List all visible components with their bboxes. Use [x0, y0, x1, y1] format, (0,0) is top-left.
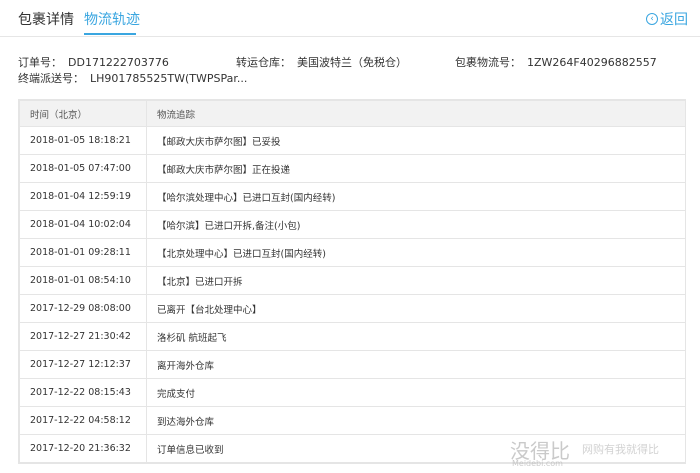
- row-time: 2018-01-01 09:28:11: [19, 238, 147, 267]
- table-row: 2018-01-05 18:18:21 【邮政大庆市萨尔图】已妥投: [19, 126, 686, 155]
- order-number-value: DD171222703776: [68, 56, 169, 69]
- row-status: 洛杉矶 航班起飞: [146, 322, 686, 351]
- package-tracking-value: 1ZW264F40296882557: [527, 56, 657, 69]
- row-time: 2017-12-20 21:36:32: [19, 434, 147, 463]
- transfer-warehouse: 转运仓库： 美国波特兰（免税仓）: [236, 54, 407, 70]
- final-delivery-label: 终端派送号：: [18, 72, 84, 85]
- row-time: 2017-12-27 21:30:42: [19, 322, 147, 351]
- package-tracking-number: 包裹物流号： 1ZW264F40296882557: [455, 54, 657, 70]
- row-status: 【哈尔滨】已进口开拆,备注(小包): [146, 210, 686, 239]
- package-tracking-label: 包裹物流号：: [455, 56, 521, 69]
- row-time: 2018-01-04 12:59:19: [19, 182, 147, 211]
- tracking-table: 时间（北京） 物流追踪 2018-01-05 18:18:21 【邮政大庆市萨尔图…: [18, 99, 686, 464]
- table-row: 2017-12-27 12:12:37 离开海外仓库: [19, 350, 686, 379]
- table-row: 2018-01-04 10:02:04 【哈尔滨】已进口开拆,备注(小包): [19, 210, 686, 239]
- back-label: 返回: [660, 12, 688, 28]
- final-delivery-value: LH901785525TW(TWPSPar...: [90, 72, 248, 85]
- tab-logistics-tracking[interactable]: 物流轨迹: [84, 9, 140, 29]
- back-circle-arrow-icon: ‹: [646, 13, 658, 25]
- watermark-en: Meidebi.com: [512, 459, 563, 468]
- row-status: 【北京】已进口开拆: [146, 266, 686, 295]
- table-header-row: 时间（北京） 物流追踪: [19, 100, 686, 127]
- table-row: 2018-01-01 08:54:10 【北京】已进口开拆: [19, 266, 686, 295]
- row-time: 2018-01-01 08:54:10: [19, 266, 147, 295]
- watermark-logo: 没得比 网购有我就得比 Meidebi.com: [510, 435, 698, 469]
- tab-bar: 包裹详情 物流轨迹 ‹ 返回: [0, 0, 700, 37]
- table-row: 2018-01-05 07:47:00 【邮政大庆市萨尔图】正在投递: [19, 154, 686, 183]
- order-number: 订单号： DD171222703776: [18, 54, 169, 70]
- warehouse-label: 转运仓库：: [236, 56, 291, 69]
- table-row: 2018-01-04 12:59:19 【哈尔滨处理中心】已进口互封(国内经转): [19, 182, 686, 211]
- back-button[interactable]: ‹ 返回: [646, 9, 688, 29]
- row-status: 【邮政大庆市萨尔图】已妥投: [146, 126, 686, 155]
- row-status: 已离开【台北处理中心】: [146, 294, 686, 323]
- row-status: 【哈尔滨处理中心】已进口互封(国内经转): [146, 182, 686, 211]
- order-number-label: 订单号：: [18, 56, 62, 69]
- row-status: 【北京处理中心】已进口互封(国内经转): [146, 238, 686, 267]
- header-tracking: 物流追踪: [146, 100, 686, 127]
- table-row: 2017-12-27 21:30:42 洛杉矶 航班起飞: [19, 322, 686, 351]
- row-time: 2017-12-27 12:12:37: [19, 350, 147, 379]
- row-time: 2017-12-22 08:15:43: [19, 378, 147, 407]
- row-status: 【邮政大庆市萨尔图】正在投递: [146, 154, 686, 183]
- table-row: 2017-12-22 08:15:43 完成支付: [19, 378, 686, 407]
- row-time: 2017-12-29 08:08:00: [19, 294, 147, 323]
- row-time: 2017-12-22 04:58:12: [19, 406, 147, 435]
- row-status: 到达海外仓库: [146, 406, 686, 435]
- final-delivery-number: 终端派送号： LH901785525TW(TWPSPar...: [18, 70, 247, 86]
- row-time: 2018-01-05 07:47:00: [19, 154, 147, 183]
- row-status: 离开海外仓库: [146, 350, 686, 379]
- row-time: 2018-01-05 18:18:21: [19, 126, 147, 155]
- watermark-slogan: 网购有我就得比: [582, 443, 659, 456]
- tab-package-details[interactable]: 包裹详情: [18, 9, 74, 29]
- header-time: 时间（北京）: [19, 100, 147, 127]
- row-time: 2018-01-04 10:02:04: [19, 210, 147, 239]
- active-tab-indicator: [84, 33, 136, 35]
- table-row: 2017-12-29 08:08:00 已离开【台北处理中心】: [19, 294, 686, 323]
- warehouse-value: 美国波特兰（免税仓）: [297, 56, 407, 69]
- row-status: 完成支付: [146, 378, 686, 407]
- table-row: 2017-12-22 04:58:12 到达海外仓库: [19, 406, 686, 435]
- table-row: 2018-01-01 09:28:11 【北京处理中心】已进口互封(国内经转): [19, 238, 686, 267]
